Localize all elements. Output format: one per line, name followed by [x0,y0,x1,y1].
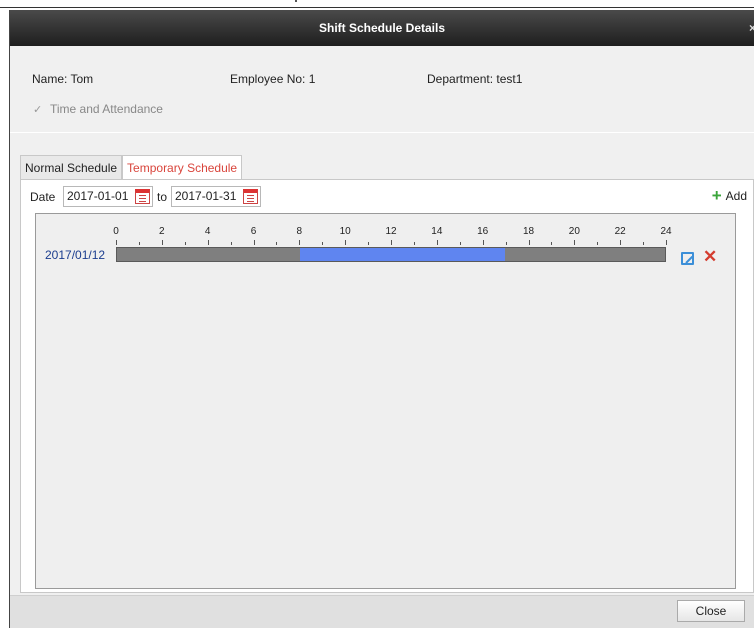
tab-normal-schedule[interactable]: Normal Schedule [20,155,123,179]
hour-tick-label: 2 [159,226,165,237]
hour-tick-label: 18 [522,226,535,237]
close-icon[interactable]: × [749,21,754,35]
hour-tick-label: 12 [385,226,397,237]
hour-tick-mark [666,240,667,245]
calendar-icon[interactable] [135,189,150,204]
hour-tick-mark [551,242,553,245]
employee-department: Department: test1 [427,72,523,86]
hour-tick-label: 22 [614,226,626,237]
end-date-value: 2017-01-31 [175,189,237,203]
hour-tick-label: 24 [660,226,672,237]
hour-tick-mark [528,240,530,245]
hour-tick-mark [368,242,370,245]
dialog-titlebar: Shift Schedule Details × [10,10,754,46]
dialog-title: Shift Schedule Details [318,21,446,35]
hour-tick-mark [597,242,599,245]
hour-tick-mark [459,242,461,245]
add-button[interactable]: + Add [711,186,747,205]
schedule-list: 2017/01/12 0 2 4 6 8 10 12 14 16 18 20 22 24 ✕ [35,213,736,589]
hour-tick-label: 8 [296,226,303,237]
hour-tick-label: 14 [431,226,443,237]
section-divider [10,132,754,133]
hour-timeline: 0 2 4 6 8 10 12 14 16 18 20 22 24 [113,222,672,262]
hour-tick-mark [436,240,438,245]
hour-tick-mark [161,240,163,245]
hour-tick-label: 0 [113,226,119,237]
time-attendance-label: Time and Attendance [50,102,163,116]
edit-icon[interactable] [681,252,694,265]
hour-tick-mark [620,240,622,245]
hour-tick-mark [184,242,186,245]
hour-tick-mark [391,240,392,245]
shift-period-bar [299,248,506,261]
hour-tick-mark [505,242,507,245]
hour-tick-mark [253,240,255,245]
add-label: Add [725,189,747,203]
start-date-value: 2017-01-01 [67,189,129,203]
checkbox-check-icon: ✓ [33,103,43,116]
hour-tick-mark [207,240,209,245]
time-attendance-checkbox[interactable]: ✓ Time and Attendance [33,102,163,116]
date-range-row: Date 2017-01-01 to 2017-01-31 + Add [21,185,753,209]
hour-tick-mark [230,242,232,245]
start-date-field[interactable]: 2017-01-01 [63,186,153,207]
hour-tick-mark [276,242,278,245]
dialog-footer: Close [10,595,754,628]
timeline-bar [116,247,666,262]
to-label: to [157,190,168,204]
hour-tick-mark [413,242,415,245]
hour-tick-mark [138,242,140,245]
delete-icon[interactable]: ✕ [703,247,717,267]
employee-number: Employee No: 1 [230,72,316,86]
hour-tick-label: 16 [477,226,489,237]
end-date-field[interactable]: 2017-01-31 [171,186,261,207]
tab-temporary-schedule[interactable]: Temporary Schedule [122,155,243,180]
temporary-schedule-panel: Date 2017-01-01 to 2017-01-31 + Add 2017… [20,179,754,593]
employee-name: Name: Tom [32,72,94,86]
shift-schedule-dialog: Shift Schedule Details × Name: Tom Emplo… [9,10,754,628]
schedule-tabs: Normal Schedule Temporary Schedule [20,155,243,180]
hour-tick-label: 10 [339,226,351,237]
hour-tick-mark [482,240,484,245]
date-label: Date [30,190,56,204]
hour-tick-mark [643,242,645,245]
hour-tick-label: 4 [204,226,211,237]
plus-icon: + [711,186,722,205]
background-window-edge [0,0,754,8]
hour-tick-label: 6 [250,226,257,237]
hour-tick-mark [299,240,301,245]
schedule-row-date: 2017/01/12 [45,248,106,262]
background-marker [295,0,297,2]
hour-tick-mark [345,240,347,245]
hour-tick-mark [116,240,117,245]
calendar-icon[interactable] [243,189,258,204]
hour-tick-mark [574,240,576,245]
close-button[interactable]: Close [677,600,745,622]
hour-tick-label: 20 [568,226,580,237]
hour-tick-mark [322,242,324,245]
